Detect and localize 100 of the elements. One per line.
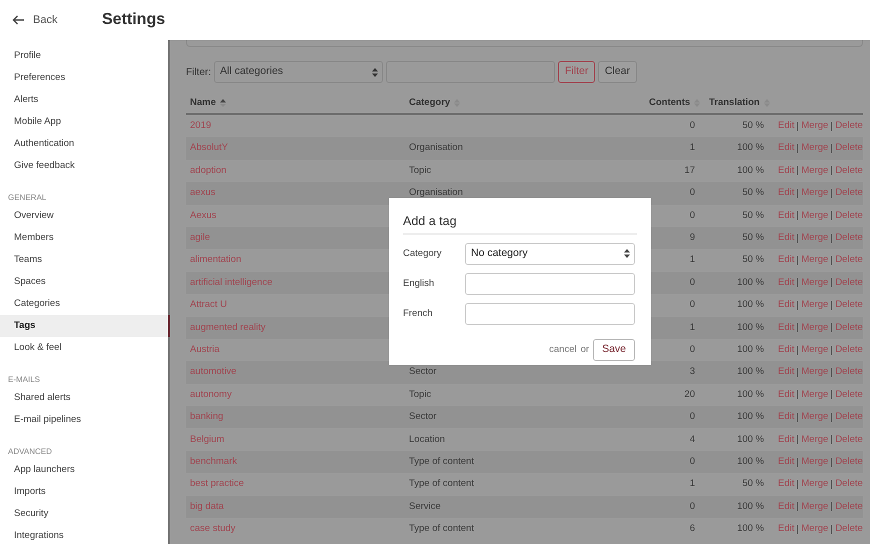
tag-name-link[interactable]: artificial intelligence [190,276,272,288]
sidebar-item[interactable]: Imports [0,481,168,503]
delete-link[interactable]: Delete [835,141,863,156]
column-header[interactable]: Name [190,96,226,110]
sidebar-item[interactable]: Preferences [0,67,168,89]
merge-link[interactable]: Merge [801,410,828,424]
edit-link[interactable]: Edit [778,208,794,223]
delete-link[interactable]: Delete [835,320,863,335]
tag-name-link[interactable]: Austria [190,344,220,355]
delete-link[interactable]: Delete [835,186,863,200]
merge-link[interactable]: Merge [801,186,828,200]
edit-link[interactable]: Edit [778,432,794,447]
category-select[interactable]: All categories [214,61,383,83]
delete-link[interactable]: Delete [835,119,863,134]
sidebar-item[interactable]: Overview [0,205,168,227]
tag-name-link[interactable]: AbsolutY [190,142,228,154]
merge-link[interactable]: Merge [801,320,828,335]
clear-button[interactable]: Clear [598,61,637,83]
sidebar-item[interactable]: Members [0,227,168,249]
tag-name-link[interactable]: alimentation [190,254,242,266]
edit-link[interactable]: Edit [778,119,794,134]
merge-link[interactable]: Merge [801,276,828,290]
merge-link[interactable]: Merge [801,432,828,447]
text-field[interactable] [465,272,635,295]
merge-link[interactable]: Merge [801,119,828,134]
tag-name-link[interactable]: best practice [190,478,244,490]
edit-link[interactable]: Edit [778,388,794,402]
edit-link[interactable]: Edit [778,454,794,470]
column-header[interactable]: Translation [709,96,770,110]
delete-link[interactable]: Delete [835,500,863,514]
save-button[interactable]: Save [593,338,635,361]
sidebar-item[interactable]: Alerts [0,89,168,111]
tag-name-link[interactable]: autonomy [190,388,232,400]
text-field[interactable] [465,302,635,325]
merge-link[interactable]: Merge [801,164,828,178]
merge-link[interactable]: Merge [801,342,828,358]
edit-link[interactable]: Edit [778,164,794,178]
sidebar-item[interactable]: Integrations [0,525,168,544]
sidebar-item[interactable]: Profile [0,45,168,67]
merge-link[interactable]: Merge [801,253,828,268]
tag-name-link[interactable]: big data [190,500,224,512]
delete-link[interactable]: Delete [835,477,863,492]
tag-name-link[interactable]: Attract U [190,299,227,310]
delete-link[interactable]: Delete [835,410,863,424]
edit-link[interactable]: Edit [778,410,794,424]
delete-link[interactable]: Delete [835,298,863,312]
delete-link[interactable]: Delete [835,253,863,268]
sidebar-item[interactable]: Security [0,503,168,525]
tag-name-link[interactable]: aexus [190,187,216,198]
merge-link[interactable]: Merge [801,208,828,223]
sidebar-item[interactable]: Teams [0,249,168,271]
column-header[interactable]: Contents [649,96,700,110]
edit-link[interactable]: Edit [778,276,794,290]
edit-link[interactable]: Edit [778,141,794,156]
edit-link[interactable]: Edit [778,342,794,358]
delete-link[interactable]: Delete [835,276,863,290]
merge-link[interactable]: Merge [801,231,828,246]
cancel-link[interactable]: cancel [549,342,577,357]
edit-link[interactable]: Edit [778,477,794,492]
sidebar-item[interactable]: App launchers [0,459,168,481]
edit-link[interactable]: Edit [778,253,794,268]
sidebar-item[interactable]: Give feedback [0,155,168,177]
sidebar-item[interactable]: Shared alerts [0,387,168,409]
merge-link[interactable]: Merge [801,522,828,536]
tag-name-link[interactable]: augmented reality [190,322,266,333]
tag-name-link[interactable]: Belgium [190,434,224,445]
tag-name-link[interactable]: Aexus [190,210,216,221]
edit-link[interactable]: Edit [778,186,794,200]
edit-link[interactable]: Edit [778,320,794,335]
sidebar-item[interactable]: E-mail pipelines [0,409,168,431]
delete-link[interactable]: Delete [835,164,863,178]
merge-link[interactable]: Merge [801,454,828,470]
edit-link[interactable]: Edit [778,522,794,536]
merge-link[interactable]: Merge [801,477,828,492]
delete-link[interactable]: Delete [835,454,863,470]
delete-link[interactable]: Delete [835,231,863,246]
sidebar-item[interactable]: Look & feel [0,337,168,359]
sidebar-item[interactable]: Authentication [0,133,168,155]
delete-link[interactable]: Delete [835,432,863,447]
sidebar-item[interactable]: Spaces [0,271,168,293]
tag-name-link[interactable]: 2019 [190,120,212,132]
tag-name-link[interactable]: case study [190,523,236,534]
sidebar-item[interactable]: Tags [0,315,170,337]
merge-link[interactable]: Merge [801,365,828,380]
tag-name-link[interactable]: agile [190,232,210,244]
sidebar-item[interactable]: Mobile App [0,111,168,133]
tag-name-link[interactable]: automotive [190,366,236,378]
sidebar-item[interactable]: Categories [0,293,168,315]
filter-button[interactable]: Filter [558,61,596,83]
delete-link[interactable]: Delete [835,365,863,380]
merge-link[interactable]: Merge [801,141,828,156]
delete-link[interactable]: Delete [835,522,863,536]
tag-name-link[interactable]: benchmark [190,456,237,467]
tag-name-link[interactable]: banking [190,411,224,422]
delete-link[interactable]: Delete [835,388,863,402]
category-select[interactable]: No category [465,242,635,265]
column-header[interactable]: Category [409,96,460,110]
merge-link[interactable]: Merge [801,500,828,514]
back-link[interactable]: Back [0,12,102,28]
edit-link[interactable]: Edit [778,298,794,312]
